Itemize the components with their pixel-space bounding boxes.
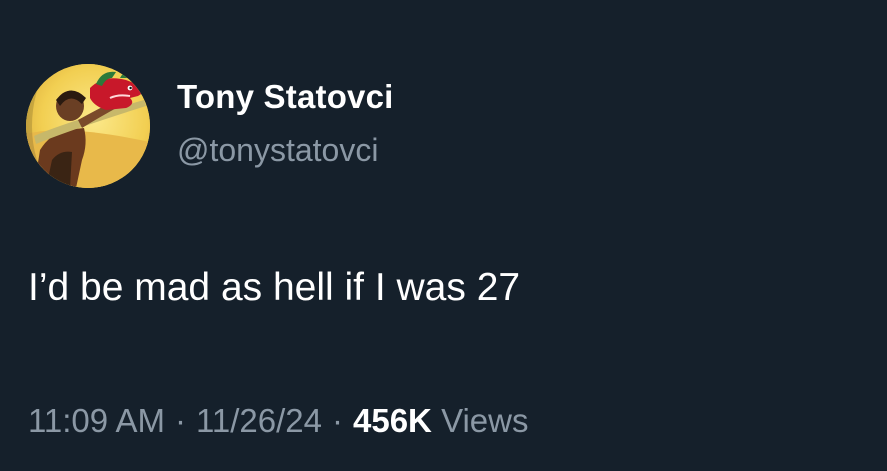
tweet-date[interactable]: 11/26/24 — [196, 402, 322, 439]
author-avatar[interactable] — [26, 64, 150, 188]
tweet-card: Tony Statovci @tonystatovci I’d be mad a… — [0, 0, 887, 471]
cartoon-character-icon — [26, 64, 150, 188]
views-label: Views — [441, 402, 529, 439]
views-count[interactable]: 456K — [353, 402, 432, 439]
tweet-meta: 11:09 AM · 11/26/24 · 456K Views — [28, 402, 529, 440]
author-handle[interactable]: @tonystatovci — [177, 132, 378, 169]
tweet-time[interactable]: 11:09 AM — [28, 402, 165, 439]
meta-separator: · — [332, 402, 343, 439]
tweet-text: I’d be mad as hell if I was 27 — [28, 266, 521, 309]
meta-separator: · — [174, 402, 186, 439]
author-display-name[interactable]: Tony Statovci — [177, 78, 394, 116]
